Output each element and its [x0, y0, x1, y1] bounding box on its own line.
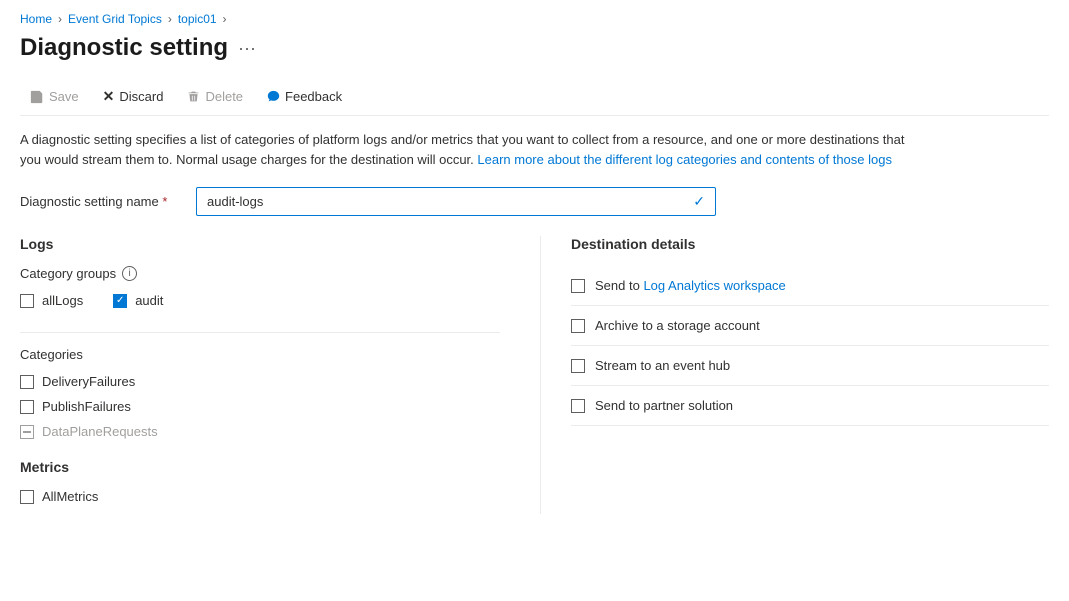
feedback-label: Feedback: [285, 89, 342, 104]
right-column: Destination details Send to Log Analytic…: [540, 236, 1049, 514]
log-analytics-link[interactable]: Log Analytics workspace: [643, 278, 785, 293]
left-column: Logs Category groups i allLogs audit: [20, 236, 500, 514]
destination-storage-account: Archive to a storage account: [571, 306, 1049, 346]
all-metrics-checkbox-row[interactable]: AllMetrics: [20, 489, 500, 504]
all-metrics-checkbox: [20, 490, 34, 504]
delivery-failures-label: DeliveryFailures: [42, 374, 135, 389]
discard-label: Discard: [119, 89, 163, 104]
dataplane-requests-checkbox: [20, 425, 34, 439]
publish-failures-label: PublishFailures: [42, 399, 131, 414]
feedback-icon: [267, 90, 280, 103]
breadcrumb-sep-1: ›: [58, 12, 62, 26]
partner-solution-checkbox[interactable]: [571, 399, 585, 413]
log-analytics-checkbox[interactable]: [571, 279, 585, 293]
input-checkmark-icon: ✓: [693, 193, 705, 210]
event-hub-checkbox[interactable]: [571, 359, 585, 373]
breadcrumb-topic[interactable]: topic01: [178, 12, 217, 26]
alllogs-checkbox: [20, 294, 34, 308]
main-content: Logs Category groups i allLogs audit: [20, 236, 1049, 514]
event-hub-label: Stream to an event hub: [595, 358, 730, 373]
diagnostic-setting-name-input-wrapper: ✓: [196, 187, 716, 216]
publish-failures-checkbox: [20, 400, 34, 414]
feedback-button[interactable]: Feedback: [257, 85, 352, 108]
categories-label: Categories: [20, 347, 83, 362]
category-groups-label: Category groups: [20, 266, 116, 281]
more-options-button[interactable]: ···: [238, 38, 256, 59]
storage-account-label: Archive to a storage account: [595, 318, 760, 333]
save-button[interactable]: Save: [20, 85, 89, 108]
category-groups-info-icon[interactable]: i: [122, 266, 137, 281]
all-metrics-label: AllMetrics: [42, 489, 98, 504]
discard-icon: ✕: [103, 88, 115, 105]
destination-section-title: Destination details: [571, 236, 1049, 252]
destination-partner-solution: Send to partner solution: [571, 386, 1049, 426]
dataplane-requests-label: DataPlaneRequests: [42, 424, 158, 439]
category-groups-header: Category groups i: [20, 266, 500, 281]
breadcrumb-home[interactable]: Home: [20, 12, 52, 26]
breadcrumb: Home › Event Grid Topics › topic01 ›: [20, 12, 1049, 26]
categories-header: Categories: [20, 347, 500, 362]
metrics-section: Metrics AllMetrics: [20, 459, 500, 504]
diagnostic-setting-name-input[interactable]: [207, 194, 693, 209]
alllogs-checkbox-row[interactable]: allLogs: [20, 293, 83, 308]
delivery-failures-checkbox: [20, 375, 34, 389]
breadcrumb-sep-3: ›: [223, 12, 227, 26]
required-marker: *: [162, 194, 167, 209]
storage-account-checkbox[interactable]: [571, 319, 585, 333]
save-icon: [30, 90, 44, 104]
category-groups-row: allLogs audit: [20, 293, 500, 318]
destination-event-hub: Stream to an event hub: [571, 346, 1049, 386]
log-analytics-label: Send to Log Analytics workspace: [595, 278, 786, 293]
logs-section-title: Logs: [20, 236, 500, 252]
destination-log-analytics: Send to Log Analytics workspace: [571, 266, 1049, 306]
save-label: Save: [49, 89, 79, 104]
delete-label: Delete: [205, 89, 243, 104]
partner-solution-label: Send to partner solution: [595, 398, 733, 413]
description-text: A diagnostic setting specifies a list of…: [20, 130, 920, 169]
form-row: Diagnostic setting name * ✓: [20, 187, 1049, 216]
delete-icon: [187, 90, 200, 103]
publish-failures-checkbox-row[interactable]: PublishFailures: [20, 399, 500, 414]
toolbar: Save ✕ Discard Delete Feedback: [20, 78, 1049, 116]
audit-checkbox: [113, 294, 127, 308]
delete-button[interactable]: Delete: [177, 85, 253, 108]
page-title: Diagnostic setting: [20, 34, 228, 62]
audit-checkbox-row[interactable]: audit: [113, 293, 163, 308]
dataplane-requests-checkbox-row: DataPlaneRequests: [20, 424, 500, 439]
breadcrumb-sep-2: ›: [168, 12, 172, 26]
description-learn-more-link[interactable]: Learn more about the different log categ…: [477, 152, 892, 167]
delivery-failures-checkbox-row[interactable]: DeliveryFailures: [20, 374, 500, 389]
categories-divider: [20, 332, 500, 333]
alllogs-label: allLogs: [42, 293, 83, 308]
metrics-section-title: Metrics: [20, 459, 500, 475]
audit-label: audit: [135, 293, 163, 308]
form-label: Diagnostic setting name *: [20, 194, 180, 209]
discard-button[interactable]: ✕ Discard: [93, 84, 174, 109]
breadcrumb-event-grid[interactable]: Event Grid Topics: [68, 12, 162, 26]
